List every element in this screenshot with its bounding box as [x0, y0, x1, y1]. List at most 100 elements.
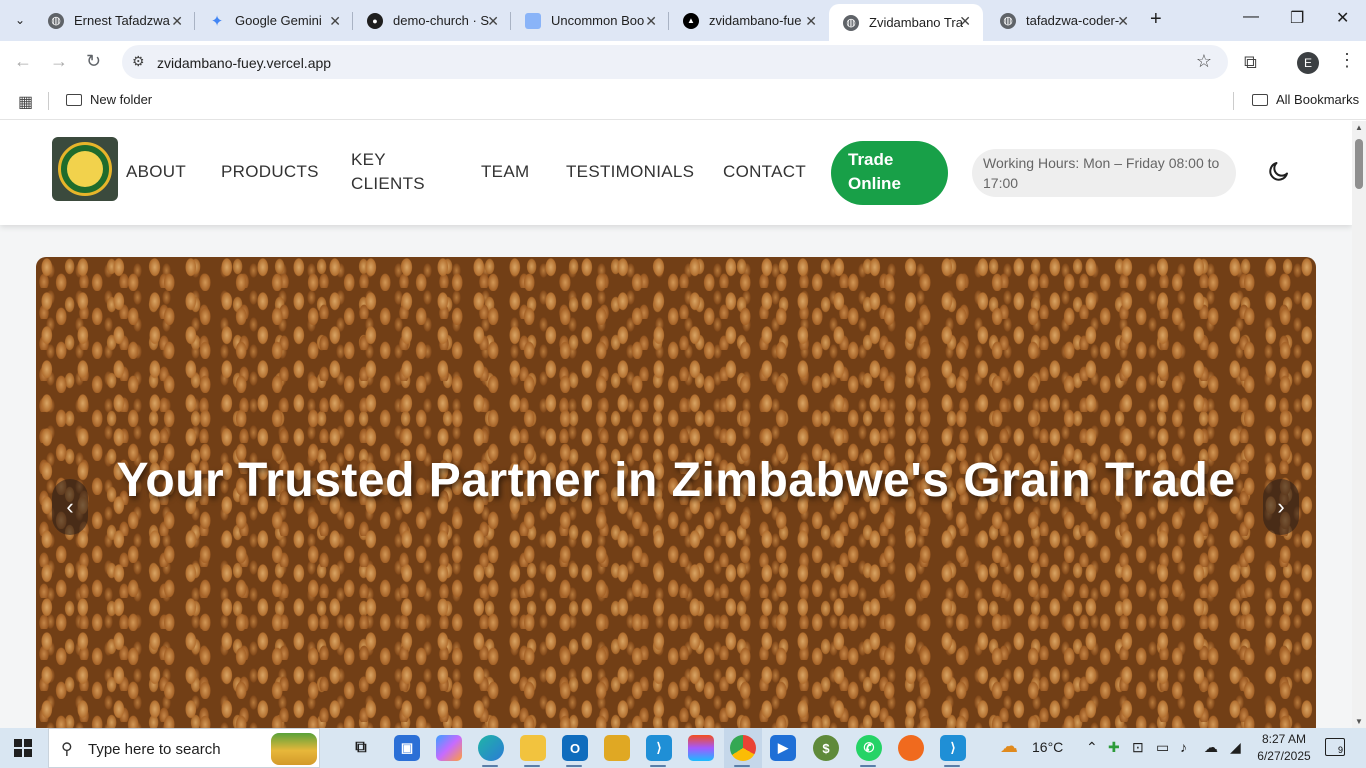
- sticky-notes-icon[interactable]: [604, 735, 630, 761]
- taskbar-search-box[interactable]: ⚲ Type here to search: [48, 728, 320, 768]
- tab-demo-church[interactable]: ● demo-church · S ✕: [353, 0, 511, 41]
- tab-tafadzwa-coder[interactable]: ◍ tafadzwa-coder- ✕: [986, 0, 1141, 41]
- tab-label: Zvidambano Tra: [869, 15, 963, 30]
- weather-icon[interactable]: ☁: [1000, 736, 1018, 757]
- running-indicator: [944, 765, 960, 767]
- system-clock[interactable]: 8:27 AM 6/27/2025: [1255, 731, 1313, 765]
- page-scrollbar[interactable]: ▲ ▼: [1352, 121, 1366, 728]
- windows-start-icon[interactable]: [14, 739, 32, 757]
- outlook-icon[interactable]: O: [562, 735, 588, 761]
- company-logo[interactable]: [52, 137, 118, 201]
- onedrive-icon[interactable]: ☁: [1204, 739, 1218, 756]
- tab-search-button[interactable]: ⌄: [6, 7, 34, 33]
- edge-icon[interactable]: [478, 735, 504, 761]
- nav-products[interactable]: PRODUCTS: [221, 160, 319, 184]
- nav-key-clients-line1: KEY: [351, 150, 386, 169]
- all-bookmarks[interactable]: All Bookmarks: [1252, 92, 1359, 107]
- dark-mode-icon[interactable]: [1267, 159, 1291, 183]
- microsoft-store-icon[interactable]: ▣: [394, 735, 420, 761]
- scroll-thumb[interactable]: [1355, 139, 1363, 189]
- vercel-icon: ▲: [683, 12, 699, 29]
- carousel-next-button[interactable]: ›: [1263, 479, 1299, 535]
- bookmark-star-icon[interactable]: ☆: [1196, 51, 1212, 72]
- folder-icon: [66, 93, 82, 106]
- file-explorer-icon[interactable]: [520, 735, 546, 761]
- close-icon[interactable]: ✕: [1117, 13, 1129, 30]
- camera-icon[interactable]: ⊡: [1132, 739, 1144, 756]
- forward-icon[interactable]: →: [50, 51, 68, 72]
- search-icon: ⚲: [61, 741, 73, 758]
- address-bar[interactable]: ⚙ zvidambano-fuey.vercel.app ☆: [122, 45, 1228, 79]
- trade-online-button[interactable]: Trade Online: [831, 141, 948, 205]
- app-orange-icon[interactable]: [898, 735, 924, 761]
- new-tab-icon[interactable]: +: [1150, 8, 1162, 31]
- folder-icon: [1252, 93, 1268, 106]
- weather-temperature[interactable]: 16°C: [1032, 739, 1063, 755]
- close-icon[interactable]: ✕: [805, 13, 817, 30]
- scroll-down-arrow-icon[interactable]: ▼: [1355, 717, 1363, 726]
- tab-google-gemini[interactable]: ✦ Google Gemini ✕: [195, 0, 353, 41]
- restore-icon[interactable]: ❐: [1290, 8, 1304, 28]
- battery-icon[interactable]: ▭: [1156, 739, 1169, 756]
- tab-zvidambano-traders[interactable]: ◍ Zvidambano Tra ✕: [829, 4, 983, 41]
- tab-label: zvidambano-fue: [709, 13, 802, 28]
- reload-icon[interactable]: ↻: [86, 51, 101, 72]
- money-app-icon[interactable]: $: [813, 735, 839, 761]
- scroll-up-arrow-icon[interactable]: ▲: [1355, 123, 1363, 132]
- carousel-prev-button[interactable]: ‹: [52, 479, 88, 535]
- page-viewport: ABOUT PRODUCTS KEY CLIENTS TEAM TESTIMON…: [0, 121, 1352, 728]
- bookmark-divider: [48, 92, 49, 110]
- bookmark-folder-new[interactable]: New folder: [66, 92, 152, 107]
- tab-label: Uncommon Boo: [551, 13, 645, 28]
- vscode-icon[interactable]: ⟩: [646, 735, 672, 761]
- nav-about[interactable]: ABOUT: [126, 160, 186, 184]
- nav-team[interactable]: TEAM: [481, 160, 529, 184]
- nav-key-clients[interactable]: KEY CLIENTS: [351, 148, 425, 196]
- back-icon[interactable]: ←: [14, 51, 32, 72]
- tab-ernest-tafadzwa[interactable]: ◍ Ernest Tafadzwa ✕: [34, 0, 195, 41]
- menu-icon[interactable]: ⋮: [1338, 50, 1356, 71]
- nav-testimonials[interactable]: TESTIMONIALS: [566, 160, 694, 184]
- profile-avatar[interactable]: E: [1297, 52, 1319, 74]
- close-icon[interactable]: ✕: [959, 13, 971, 30]
- close-icon[interactable]: ✕: [487, 13, 499, 30]
- show-hidden-icons-icon[interactable]: ⌃: [1086, 739, 1098, 756]
- chrome-icon[interactable]: [730, 735, 756, 761]
- running-indicator: [524, 765, 540, 767]
- browser-toolbar: ← → ↻ ⚙ zvidambano-fuey.vercel.app ☆: [0, 41, 1366, 83]
- minimize-icon[interactable]: —: [1243, 8, 1259, 26]
- globe-icon: ◍: [1000, 12, 1016, 29]
- wifi-icon[interactable]: ◢: [1230, 739, 1241, 756]
- whatsapp-icon[interactable]: ✆: [856, 735, 882, 761]
- nav-contact[interactable]: CONTACT: [723, 160, 806, 184]
- extensions-icon[interactable]: ⧉: [1244, 52, 1257, 73]
- trade-button-line2: Online: [848, 174, 901, 193]
- windows-taskbar: ⚲ Type here to search ⧉ ▣ O ⟩ ▶ $ ✆ ⟩ ☁ …: [0, 728, 1366, 768]
- hero-title: Your Trusted Partner in Zimbabwe's Grain…: [116, 454, 1236, 507]
- google-play-icon[interactable]: ▶: [770, 735, 796, 761]
- url-text[interactable]: zvidambano-fuey.vercel.app: [157, 55, 331, 71]
- close-icon[interactable]: ✕: [645, 13, 657, 30]
- vscode-icon[interactable]: ⟩: [940, 735, 966, 761]
- volume-icon[interactable]: ♪: [1180, 739, 1187, 755]
- tray-app-icon[interactable]: ✚: [1108, 739, 1120, 756]
- running-indicator: [566, 765, 582, 767]
- apps-grid-icon[interactable]: ▦: [18, 92, 33, 112]
- figma-icon[interactable]: [688, 735, 714, 761]
- copilot-icon[interactable]: [436, 735, 462, 761]
- notification-center-icon[interactable]: 9: [1325, 738, 1345, 756]
- tab-label: demo-church · S: [393, 13, 490, 28]
- tab-zvidambano-vercel[interactable]: ▲ zvidambano-fue ✕: [669, 0, 829, 41]
- running-indicator: [482, 765, 498, 767]
- task-view-icon[interactable]: ⧉: [348, 735, 374, 761]
- logo-center: [67, 151, 103, 187]
- close-icon[interactable]: ✕: [329, 13, 341, 30]
- close-window-icon[interactable]: ✕: [1336, 8, 1349, 28]
- site-info-icon[interactable]: ⚙: [132, 53, 145, 70]
- clock-time: 8:27 AM: [1261, 732, 1307, 746]
- working-hours-badge: Working Hours: Mon – Friday 08:00 to 17:…: [972, 149, 1236, 197]
- tab-uncommon-books[interactable]: Uncommon Boo ✕: [511, 0, 669, 41]
- github-icon: ●: [367, 12, 383, 29]
- close-icon[interactable]: ✕: [171, 13, 183, 30]
- bookmark-folder-label: New folder: [90, 92, 153, 107]
